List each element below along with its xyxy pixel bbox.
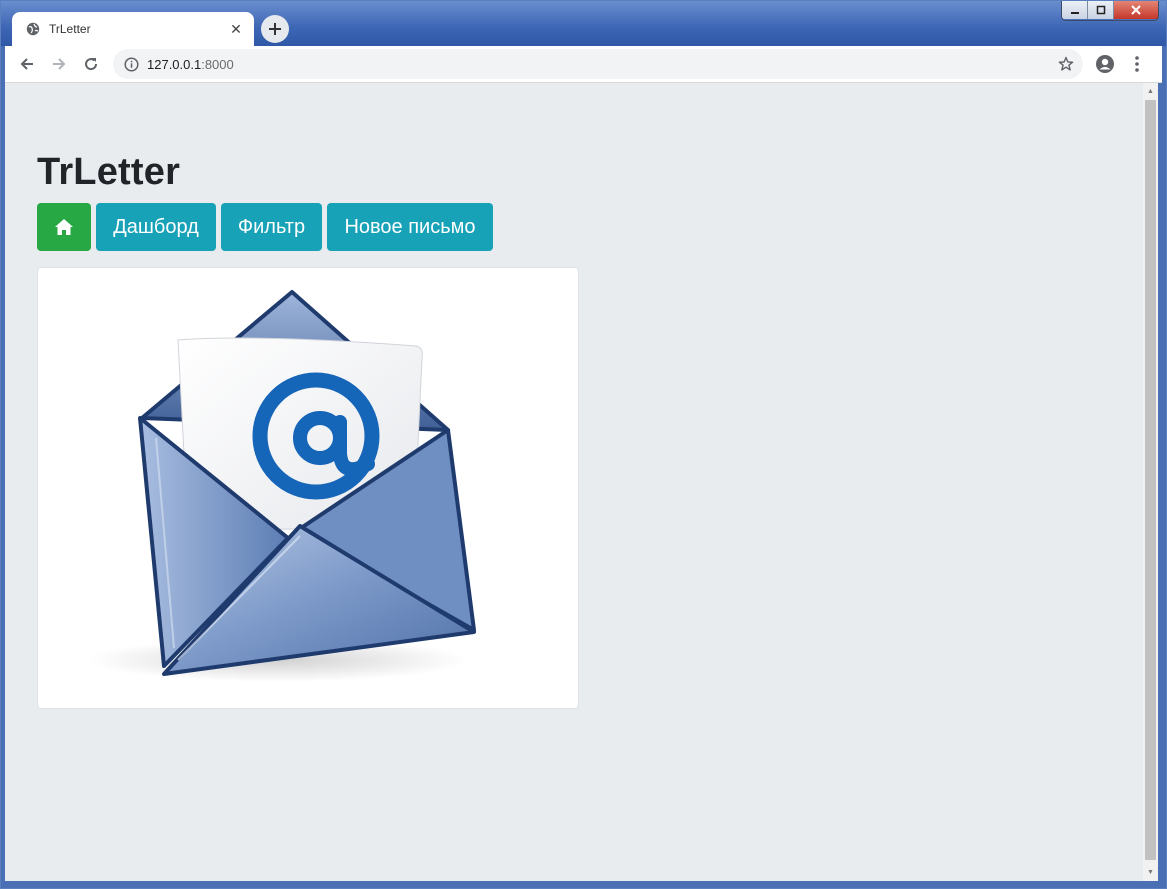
- url-host: 127.0.0.1: [147, 56, 202, 72]
- filter-button[interactable]: Фильтр: [221, 203, 322, 251]
- vertical-scrollbar[interactable]: ▲ ▼: [1143, 83, 1158, 881]
- reload-button[interactable]: [80, 53, 102, 75]
- dashboard-button[interactable]: Дашборд: [96, 203, 216, 251]
- maximize-button[interactable]: [1088, 0, 1114, 19]
- new-tab-button[interactable]: [261, 15, 289, 43]
- window-border-bottom: [0, 881, 1167, 889]
- plus-icon: [269, 23, 281, 35]
- envelope-image: [88, 290, 476, 682]
- close-window-button[interactable]: [1114, 0, 1158, 19]
- scroll-up-icon[interactable]: ▲: [1143, 84, 1158, 98]
- window-controls: [1061, 0, 1159, 21]
- profile-button[interactable]: [1094, 53, 1116, 75]
- back-button[interactable]: [16, 53, 38, 75]
- image-card: [37, 267, 579, 709]
- tab-title: TrLetter: [49, 22, 91, 36]
- window-border-right: [1158, 46, 1167, 889]
- page-viewport: TrLetter Дашборд Фильтр Новое письмо: [5, 83, 1143, 881]
- arrow-left-icon: [20, 58, 33, 70]
- browser-tab[interactable]: TrLetter ✕: [12, 12, 254, 46]
- globe-icon: [25, 21, 41, 37]
- home-icon: [55, 219, 73, 235]
- scroll-thumb[interactable]: [1145, 100, 1156, 860]
- info-icon[interactable]: [123, 56, 139, 72]
- nav-buttons: Дашборд Фильтр Новое письмо: [37, 203, 493, 251]
- url-port: :8000: [201, 56, 234, 72]
- url-text: 127.0.0.1:8000: [147, 57, 234, 72]
- minimize-button[interactable]: [1062, 0, 1088, 19]
- reload-icon: [85, 58, 98, 71]
- more-vertical-icon: [1135, 56, 1139, 72]
- new-letter-button[interactable]: Новое письмо: [327, 203, 493, 251]
- arrow-right-icon: [53, 58, 66, 70]
- home-button[interactable]: [37, 203, 91, 251]
- page-title: TrLetter: [37, 151, 181, 193]
- forward-button[interactable]: [48, 53, 70, 75]
- scroll-down-icon[interactable]: ▼: [1143, 865, 1158, 879]
- address-bar[interactable]: 127.0.0.1:8000: [113, 49, 1083, 79]
- tab-close-icon[interactable]: ✕: [228, 21, 244, 37]
- close-icon: [1131, 4, 1141, 15]
- browser-toolbar: 127.0.0.1:8000: [5, 46, 1162, 83]
- menu-button[interactable]: [1126, 53, 1148, 75]
- minimize-icon: [1070, 11, 1079, 14]
- account-icon: [1096, 55, 1114, 73]
- bookmark-star-icon[interactable]: [1057, 55, 1075, 73]
- maximize-icon: [1096, 5, 1105, 14]
